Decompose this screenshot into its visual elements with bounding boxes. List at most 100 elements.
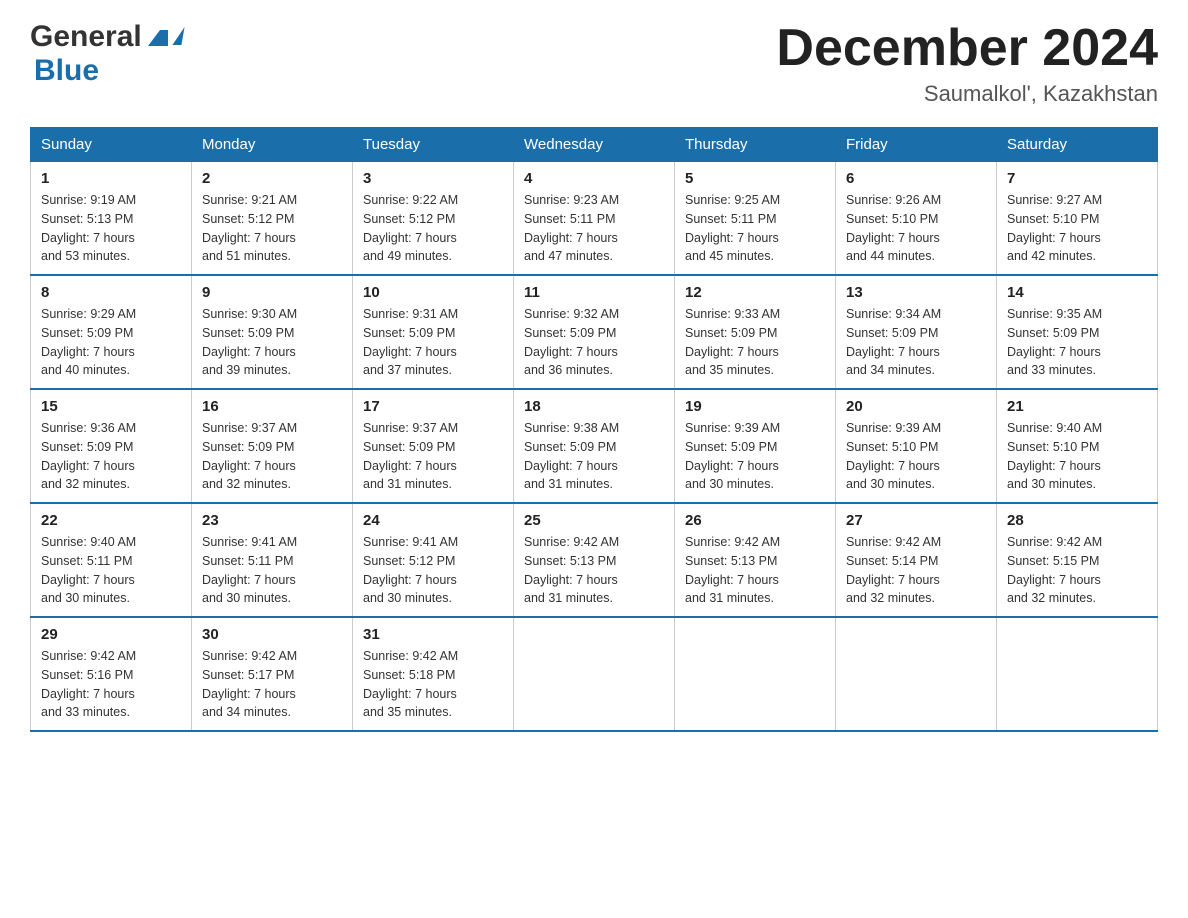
page-header: General Blue December 2024 Saumalkol', K… <box>30 20 1158 107</box>
day-cell-1: 1 Sunrise: 9:19 AMSunset: 5:13 PMDayligh… <box>31 162 192 276</box>
empty-cell <box>836 617 997 731</box>
logo-triangle-icon <box>144 22 172 50</box>
day-number: 22 <box>41 512 181 529</box>
week-row-5: 29 Sunrise: 9:42 AMSunset: 5:16 PMDaylig… <box>31 617 1158 731</box>
day-info: Sunrise: 9:34 AMSunset: 5:09 PMDaylight:… <box>846 305 986 380</box>
day-info: Sunrise: 9:25 AMSunset: 5:11 PMDaylight:… <box>685 191 825 266</box>
day-info: Sunrise: 9:36 AMSunset: 5:09 PMDaylight:… <box>41 419 181 494</box>
day-number: 9 <box>202 284 342 301</box>
day-number: 21 <box>1007 398 1147 415</box>
day-cell-12: 12 Sunrise: 9:33 AMSunset: 5:09 PMDaylig… <box>675 275 836 389</box>
day-info: Sunrise: 9:42 AMSunset: 5:14 PMDaylight:… <box>846 533 986 608</box>
day-cell-8: 8 Sunrise: 9:29 AMSunset: 5:09 PMDayligh… <box>31 275 192 389</box>
day-number: 23 <box>202 512 342 529</box>
day-info: Sunrise: 9:42 AMSunset: 5:15 PMDaylight:… <box>1007 533 1147 608</box>
empty-cell <box>514 617 675 731</box>
day-number: 28 <box>1007 512 1147 529</box>
day-info: Sunrise: 9:37 AMSunset: 5:09 PMDaylight:… <box>363 419 503 494</box>
day-number: 24 <box>363 512 503 529</box>
day-cell-21: 21 Sunrise: 9:40 AMSunset: 5:10 PMDaylig… <box>997 389 1158 503</box>
day-number: 16 <box>202 398 342 415</box>
day-cell-29: 29 Sunrise: 9:42 AMSunset: 5:16 PMDaylig… <box>31 617 192 731</box>
day-header-saturday: Saturday <box>997 128 1158 162</box>
day-cell-24: 24 Sunrise: 9:41 AMSunset: 5:12 PMDaylig… <box>353 503 514 617</box>
day-header-monday: Monday <box>192 128 353 162</box>
day-header-friday: Friday <box>836 128 997 162</box>
day-number: 29 <box>41 626 181 643</box>
day-number: 2 <box>202 170 342 187</box>
week-row-3: 15 Sunrise: 9:36 AMSunset: 5:09 PMDaylig… <box>31 389 1158 503</box>
calendar-table: SundayMondayTuesdayWednesdayThursdayFrid… <box>30 127 1158 732</box>
day-number: 11 <box>524 284 664 301</box>
day-number: 26 <box>685 512 825 529</box>
week-row-2: 8 Sunrise: 9:29 AMSunset: 5:09 PMDayligh… <box>31 275 1158 389</box>
day-info: Sunrise: 9:42 AMSunset: 5:16 PMDaylight:… <box>41 647 181 722</box>
logo-text-general: General <box>30 20 142 54</box>
day-info: Sunrise: 9:40 AMSunset: 5:10 PMDaylight:… <box>1007 419 1147 494</box>
day-info: Sunrise: 9:35 AMSunset: 5:09 PMDaylight:… <box>1007 305 1147 380</box>
day-info: Sunrise: 9:33 AMSunset: 5:09 PMDaylight:… <box>685 305 825 380</box>
day-cell-26: 26 Sunrise: 9:42 AMSunset: 5:13 PMDaylig… <box>675 503 836 617</box>
day-info: Sunrise: 9:32 AMSunset: 5:09 PMDaylight:… <box>524 305 664 380</box>
day-number: 10 <box>363 284 503 301</box>
day-number: 19 <box>685 398 825 415</box>
day-cell-31: 31 Sunrise: 9:42 AMSunset: 5:18 PMDaylig… <box>353 617 514 731</box>
day-cell-22: 22 Sunrise: 9:40 AMSunset: 5:11 PMDaylig… <box>31 503 192 617</box>
day-info: Sunrise: 9:30 AMSunset: 5:09 PMDaylight:… <box>202 305 342 380</box>
month-title: December 2024 <box>776 20 1158 77</box>
day-cell-20: 20 Sunrise: 9:39 AMSunset: 5:10 PMDaylig… <box>836 389 997 503</box>
logo-text-blue: Blue <box>34 54 99 87</box>
day-cell-9: 9 Sunrise: 9:30 AMSunset: 5:09 PMDayligh… <box>192 275 353 389</box>
day-header-thursday: Thursday <box>675 128 836 162</box>
day-cell-7: 7 Sunrise: 9:27 AMSunset: 5:10 PMDayligh… <box>997 162 1158 276</box>
day-cell-30: 30 Sunrise: 9:42 AMSunset: 5:17 PMDaylig… <box>192 617 353 731</box>
day-info: Sunrise: 9:42 AMSunset: 5:17 PMDaylight:… <box>202 647 342 722</box>
day-cell-3: 3 Sunrise: 9:22 AMSunset: 5:12 PMDayligh… <box>353 162 514 276</box>
day-cell-19: 19 Sunrise: 9:39 AMSunset: 5:09 PMDaylig… <box>675 389 836 503</box>
day-cell-5: 5 Sunrise: 9:25 AMSunset: 5:11 PMDayligh… <box>675 162 836 276</box>
day-info: Sunrise: 9:41 AMSunset: 5:12 PMDaylight:… <box>363 533 503 608</box>
day-number: 17 <box>363 398 503 415</box>
day-number: 5 <box>685 170 825 187</box>
day-info: Sunrise: 9:26 AMSunset: 5:10 PMDaylight:… <box>846 191 986 266</box>
day-info: Sunrise: 9:42 AMSunset: 5:18 PMDaylight:… <box>363 647 503 722</box>
day-info: Sunrise: 9:29 AMSunset: 5:09 PMDaylight:… <box>41 305 181 380</box>
day-info: Sunrise: 9:39 AMSunset: 5:09 PMDaylight:… <box>685 419 825 494</box>
day-info: Sunrise: 9:31 AMSunset: 5:09 PMDaylight:… <box>363 305 503 380</box>
day-cell-17: 17 Sunrise: 9:37 AMSunset: 5:09 PMDaylig… <box>353 389 514 503</box>
day-number: 27 <box>846 512 986 529</box>
day-header-tuesday: Tuesday <box>353 128 514 162</box>
week-row-4: 22 Sunrise: 9:40 AMSunset: 5:11 PMDaylig… <box>31 503 1158 617</box>
header-row: SundayMondayTuesdayWednesdayThursdayFrid… <box>31 128 1158 162</box>
day-info: Sunrise: 9:40 AMSunset: 5:11 PMDaylight:… <box>41 533 181 608</box>
day-info: Sunrise: 9:22 AMSunset: 5:12 PMDaylight:… <box>363 191 503 266</box>
day-cell-10: 10 Sunrise: 9:31 AMSunset: 5:09 PMDaylig… <box>353 275 514 389</box>
day-info: Sunrise: 9:21 AMSunset: 5:12 PMDaylight:… <box>202 191 342 266</box>
day-cell-15: 15 Sunrise: 9:36 AMSunset: 5:09 PMDaylig… <box>31 389 192 503</box>
empty-cell <box>997 617 1158 731</box>
day-number: 20 <box>846 398 986 415</box>
day-number: 31 <box>363 626 503 643</box>
day-number: 18 <box>524 398 664 415</box>
day-number: 7 <box>1007 170 1147 187</box>
day-cell-6: 6 Sunrise: 9:26 AMSunset: 5:10 PMDayligh… <box>836 162 997 276</box>
empty-cell <box>675 617 836 731</box>
day-cell-4: 4 Sunrise: 9:23 AMSunset: 5:11 PMDayligh… <box>514 162 675 276</box>
day-cell-13: 13 Sunrise: 9:34 AMSunset: 5:09 PMDaylig… <box>836 275 997 389</box>
day-number: 13 <box>846 284 986 301</box>
day-info: Sunrise: 9:27 AMSunset: 5:10 PMDaylight:… <box>1007 191 1147 266</box>
location: Saumalkol', Kazakhstan <box>776 81 1158 107</box>
day-cell-25: 25 Sunrise: 9:42 AMSunset: 5:13 PMDaylig… <box>514 503 675 617</box>
day-cell-23: 23 Sunrise: 9:41 AMSunset: 5:11 PMDaylig… <box>192 503 353 617</box>
title-area: December 2024 Saumalkol', Kazakhstan <box>776 20 1158 107</box>
day-number: 15 <box>41 398 181 415</box>
day-number: 25 <box>524 512 664 529</box>
logo-arrow <box>172 27 184 45</box>
day-cell-2: 2 Sunrise: 9:21 AMSunset: 5:12 PMDayligh… <box>192 162 353 276</box>
logo: General Blue <box>30 20 183 88</box>
day-number: 8 <box>41 284 181 301</box>
day-number: 14 <box>1007 284 1147 301</box>
day-info: Sunrise: 9:37 AMSunset: 5:09 PMDaylight:… <box>202 419 342 494</box>
day-number: 12 <box>685 284 825 301</box>
day-info: Sunrise: 9:42 AMSunset: 5:13 PMDaylight:… <box>685 533 825 608</box>
